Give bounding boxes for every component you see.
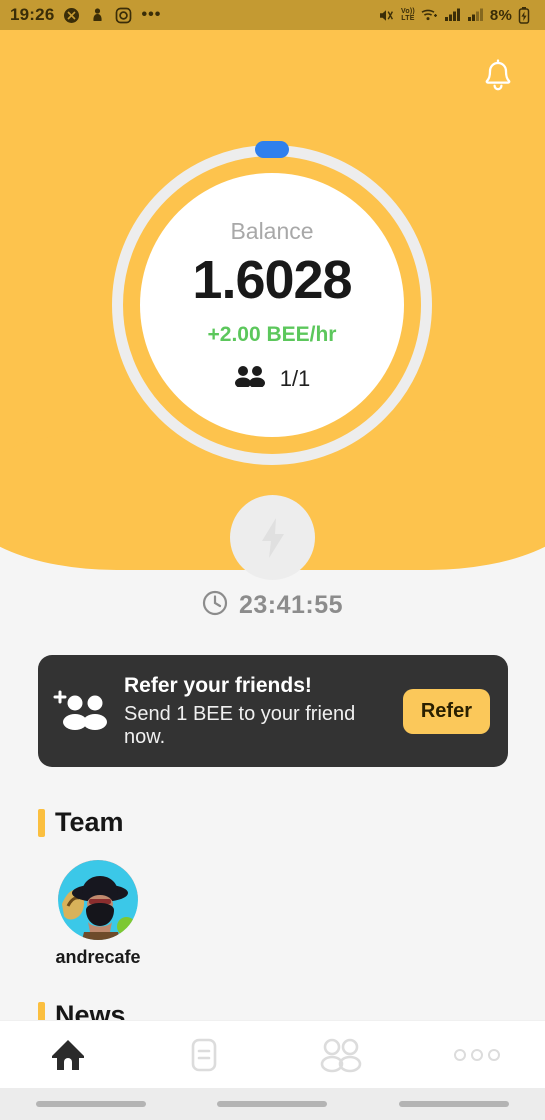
instagram-icon: [115, 7, 132, 24]
clock-icon: [202, 590, 228, 621]
add-people-icon: [52, 686, 110, 737]
gesture-pill-home[interactable]: [217, 1101, 328, 1107]
balance-label: Balance: [230, 218, 314, 244]
app-notification-icon: [63, 7, 80, 24]
app-notification-icon-2: [89, 7, 106, 24]
hero-panel: Balance 1.6028 +2.00 BEE/hr 1/1: [0, 30, 545, 570]
volte-icon: Vo)) LTE: [401, 8, 415, 22]
refer-subtitle: Send 1 BEE to your friend now.: [124, 702, 356, 748]
refer-button[interactable]: Refer: [402, 688, 490, 734]
people-outline-icon: [320, 1038, 361, 1072]
battery-charging-icon: [518, 6, 535, 24]
online-status-dot: [117, 917, 136, 936]
status-overflow-icon: •••: [141, 6, 162, 23]
refer-card[interactable]: Refer your friends! Send 1 BEE to your f…: [38, 655, 508, 767]
status-bar-right: Vo)) LTE 8%: [378, 6, 535, 24]
timer-value: 23:41:55: [238, 591, 344, 619]
signal-bars-icon: [444, 7, 461, 24]
wifi-icon: [421, 7, 438, 24]
gesture-pill-back[interactable]: [35, 1101, 146, 1107]
team-title: Team: [55, 807, 124, 837]
progress-ring-indicator: [255, 141, 289, 158]
user-avatar[interactable]: [58, 860, 138, 940]
home-icon: [52, 1039, 85, 1070]
team-section-header: Team: [38, 807, 146, 838]
refer-title: Refer your friends!: [124, 673, 312, 697]
battery-percent-label: 8%: [489, 6, 512, 24]
team-member-name: andrecafe: [55, 947, 141, 967]
status-bar-left: 19:26 •••: [10, 5, 161, 25]
mining-rate: +2.00 BEE/hr: [207, 323, 337, 346]
refer-text-block: Refer your friends! Send 1 BEE to your f…: [124, 674, 389, 749]
people-icon: [234, 365, 266, 392]
team-count-row: 1/1: [234, 365, 311, 392]
status-bar-clock: 19:26: [10, 5, 55, 24]
signal-bars-icon-2: [467, 7, 484, 24]
team-count-value: 1/1: [279, 365, 311, 391]
nav-item-more[interactable]: [409, 1047, 545, 1063]
balance-ring: Balance 1.6028 +2.00 BEE/hr 1/1: [112, 141, 432, 465]
bottom-navigation: [0, 1020, 545, 1088]
team-member-item[interactable]: andrecafe: [50, 860, 146, 968]
nav-item-tasks[interactable]: [136, 1036, 272, 1074]
mute-icon: [378, 7, 395, 24]
nav-item-home[interactable]: [0, 1036, 136, 1074]
notification-bell-icon[interactable]: [476, 55, 520, 99]
section-accent-bar: [38, 808, 45, 837]
team-section: Team andrecafe: [38, 807, 146, 968]
status-bar: 19:26 ••• Vo)) LTE 8%: [0, 0, 545, 30]
document-icon: [192, 1038, 217, 1071]
countdown-timer: 23:41:55: [0, 590, 545, 621]
android-gesture-bar: [0, 1088, 545, 1120]
more-dots-icon: [453, 1048, 500, 1061]
balance-card[interactable]: Balance 1.6028 +2.00 BEE/hr 1/1: [140, 173, 404, 437]
gesture-pill-recents[interactable]: [399, 1101, 510, 1107]
balance-value: 1.6028: [192, 250, 352, 310]
mine-button[interactable]: [230, 495, 315, 580]
nav-item-team[interactable]: [273, 1037, 409, 1073]
